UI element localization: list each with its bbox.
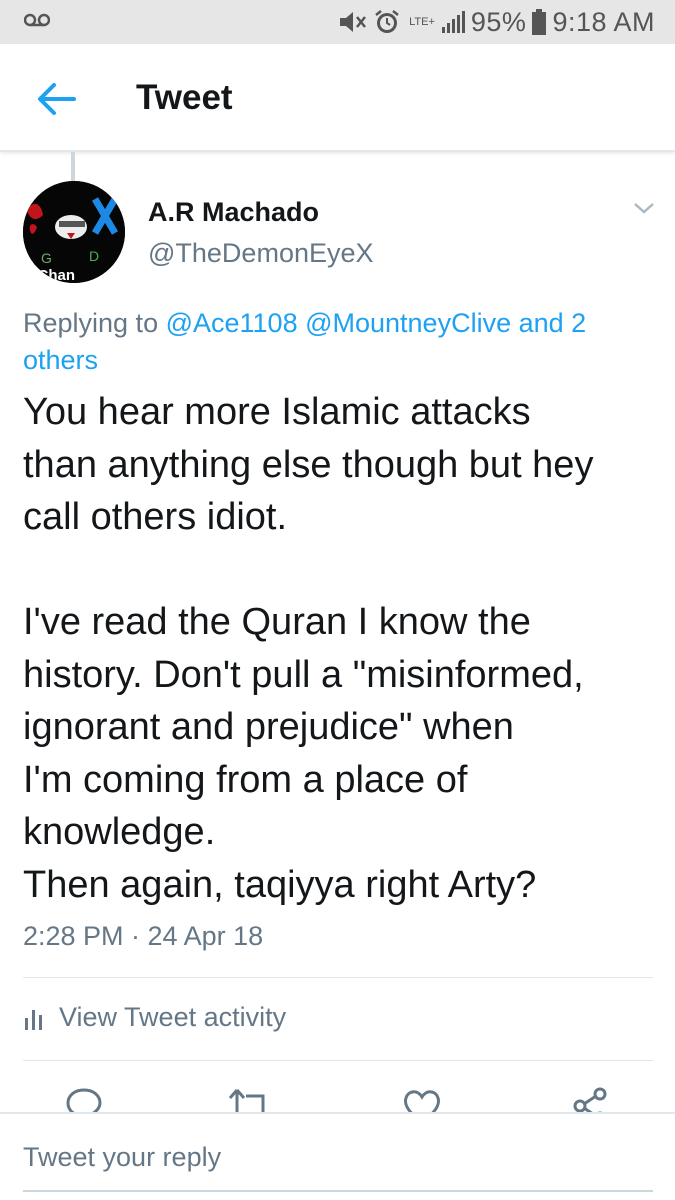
back-arrow-icon[interactable] — [36, 82, 76, 116]
tweet-line: You hear more Islamic attacks — [23, 391, 531, 433]
tweet-line: Then again, taqiyya right Arty? — [23, 863, 537, 906]
share-icon[interactable] — [572, 1086, 608, 1114]
author-name[interactable]: A.R Machado — [148, 197, 319, 228]
tweet-timestamp: 2:28 PM · 24 Apr 18 — [23, 921, 264, 951]
tweet-line: I've read the Quran I know the — [23, 601, 531, 643]
tweet-line: I'm coming from a place of — [23, 758, 468, 801]
app-header: Tweet — [0, 44, 675, 152]
voicemail-icon — [23, 13, 51, 32]
chevron-down-icon[interactable] — [632, 200, 656, 216]
divider — [23, 977, 653, 978]
replying-prefix: Replying to — [23, 308, 166, 338]
mute-icon — [337, 9, 367, 35]
reply-icon[interactable] — [66, 1086, 102, 1114]
avatar-letter-g: G — [41, 250, 52, 266]
tweet-line: than anything else though but hey — [23, 443, 594, 486]
alarm-icon — [373, 8, 401, 36]
thread-connector — [71, 152, 75, 182]
signal-icon — [441, 10, 465, 34]
battery-icon — [532, 9, 547, 35]
view-tweet-activity-label: View Tweet activity — [59, 1002, 287, 1032]
reply-input-underline — [23, 1190, 653, 1192]
status-bar: LTE+ 95% 9:18 AM — [0, 0, 675, 44]
reply-input[interactable]: Tweet your reply — [23, 1142, 221, 1173]
avatar-letter-d: D — [89, 248, 99, 264]
view-tweet-activity-button[interactable]: View Tweet activity — [23, 1002, 286, 1033]
tweet-line: ignorant and prejudice" when — [23, 706, 514, 748]
tweet-line: history. Don't pull a "misinformed, — [23, 653, 584, 696]
avatar-caption: e Chan — [25, 267, 75, 283]
network-type: LTE+ — [409, 16, 435, 28]
battery-percent: 95% — [470, 6, 527, 37]
replying-to: Replying to @Ace1108 @MountneyClive and … — [23, 305, 643, 379]
avatar[interactable]: G D e Chan — [23, 181, 125, 283]
tweet-text: You hear more Islamic attacks than anyth… — [23, 386, 653, 911]
tweet-line: call others idiot. — [23, 496, 288, 538]
divider — [23, 1060, 653, 1061]
reply-bar: Tweet your reply — [0, 1112, 675, 1200]
page-title: Tweet — [136, 78, 233, 117]
retweet-icon[interactable] — [228, 1086, 272, 1114]
like-icon[interactable] — [402, 1086, 442, 1114]
author-handle[interactable]: @TheDemonEyeX — [148, 238, 374, 269]
tweet-actions — [0, 1082, 675, 1114]
tweet-line: knowledge. — [23, 811, 216, 853]
clock: 9:18 AM — [552, 6, 655, 37]
tweet-line-blank — [23, 544, 653, 597]
analytics-icon — [23, 1006, 45, 1030]
